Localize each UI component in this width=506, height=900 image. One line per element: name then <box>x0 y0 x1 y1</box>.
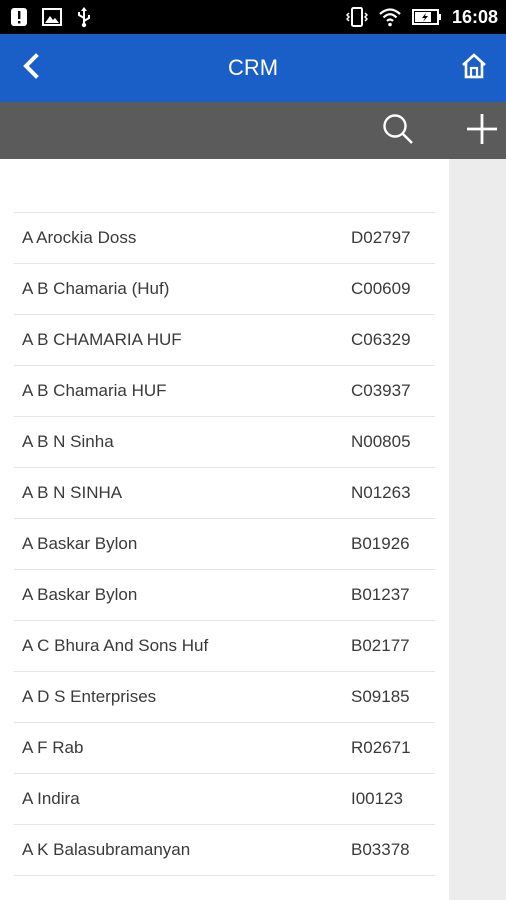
back-button[interactable] <box>14 51 48 85</box>
customer-code: B01237 <box>351 585 410 604</box>
customer-code: C06329 <box>351 330 411 349</box>
customer-name: A K Balasubramanyan <box>22 840 191 859</box>
add-button[interactable] <box>460 112 504 150</box>
image-icon <box>42 8 62 26</box>
customer-name: A Baskar Bylon <box>22 534 138 553</box>
home-button[interactable] <box>456 50 492 86</box>
customer-code: C03937 <box>351 381 411 400</box>
customer-name: A Arockia Doss <box>22 228 137 247</box>
customer-code: N00805 <box>351 432 411 451</box>
page-title: CRM <box>227 55 279 80</box>
list-item[interactable]: A K Balasubramanyan B03378 <box>14 825 435 876</box>
list-item[interactable]: A Arockia Doss D02797 <box>14 213 435 264</box>
customer-code: B03378 <box>351 840 410 859</box>
customer-name: A B N Sinha <box>22 432 114 451</box>
list-item[interactable]: A B Chamaria HUF C03937 <box>14 366 435 417</box>
list-item[interactable]: A B Chamaria (Huf) C00609 <box>14 264 435 315</box>
list-item[interactable]: A B N Sinha N00805 <box>14 417 435 468</box>
chevron-left-icon <box>21 52 41 84</box>
list-item[interactable]: A B CHAMARIA HUF C06329 <box>14 315 435 366</box>
customer-name: A F Rab <box>22 738 84 757</box>
customer-code: R02671 <box>351 738 411 757</box>
customer-name: A Indira <box>22 789 80 808</box>
vibrate-icon <box>345 7 368 27</box>
customer-name: A Baskar Bylon <box>22 585 138 604</box>
home-icon <box>460 52 488 84</box>
customer-name: A B CHAMARIA HUF <box>22 330 182 349</box>
list-item[interactable]: A Baskar Bylon B01926 <box>14 519 435 570</box>
list-item[interactable]: A B N SINHA N01263 <box>14 468 435 519</box>
search-icon <box>381 112 415 151</box>
list-item[interactable]: A C Bhura And Sons Huf B02177 <box>14 621 435 672</box>
customer-code: N01263 <box>351 483 411 502</box>
status-bar: 16:08 <box>0 0 506 34</box>
list-item[interactable]: A Indira I00123 <box>14 774 435 825</box>
list-item[interactable]: A D S Enterprises S09185 <box>14 672 435 723</box>
battery-icon <box>411 9 442 25</box>
search-button[interactable] <box>378 112 418 150</box>
customer-code: I00123 <box>351 789 403 808</box>
list-item[interactable]: A Baskar Bylon B01237 <box>14 570 435 621</box>
customer-name: A B Chamaria (Huf) <box>22 279 170 298</box>
usb-icon <box>76 6 92 28</box>
side-panel <box>449 159 506 900</box>
customer-code: B01926 <box>351 534 410 553</box>
alert-icon <box>10 7 28 27</box>
customer-name: A B N SINHA <box>22 483 123 502</box>
customer-code: C00609 <box>351 279 411 298</box>
wifi-icon <box>378 7 402 27</box>
plus-icon <box>465 112 499 151</box>
status-time: 16:08 <box>451 6 498 27</box>
customer-name: A B Chamaria HUF <box>22 381 167 400</box>
customer-list: A Arockia Doss D02797 A B Chamaria (Huf) C0… <box>14 212 435 876</box>
app-bar: CRM <box>0 34 506 102</box>
customer-code: D02797 <box>351 228 411 247</box>
customer-code: B02177 <box>351 636 410 655</box>
customer-name: A D S Enterprises <box>22 687 157 706</box>
customer-name: A C Bhura And Sons Huf <box>22 636 209 655</box>
list-item[interactable]: A F Rab R02671 <box>14 723 435 774</box>
action-toolbar <box>0 102 506 159</box>
customer-code: S09185 <box>351 687 410 706</box>
